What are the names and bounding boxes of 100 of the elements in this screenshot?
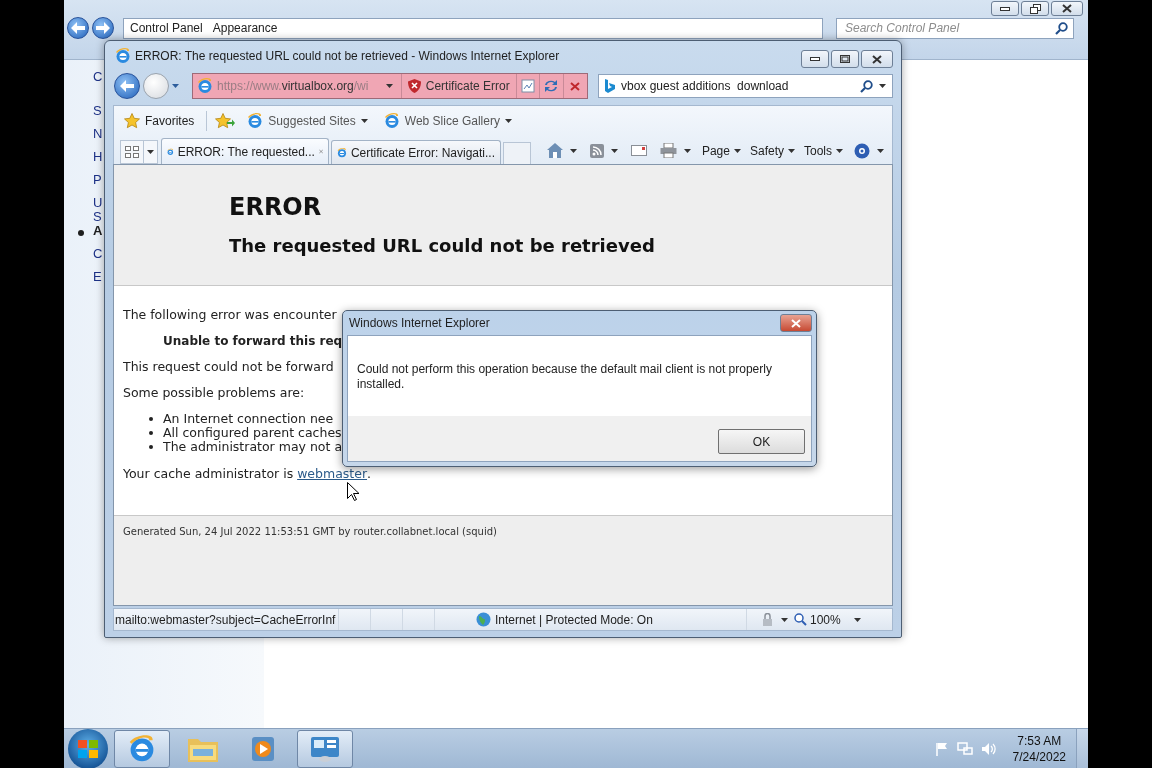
ok-button[interactable]: OK: [718, 429, 805, 454]
globe-icon: [476, 612, 491, 627]
search-field[interactable]: Search Control Panel: [836, 17, 1074, 39]
menu-button[interactable]: Page: [701, 143, 741, 158]
webmaster-link[interactable]: webmaster: [297, 466, 368, 481]
tab-list-button[interactable]: [144, 140, 158, 164]
maximize-button[interactable]: [831, 50, 859, 68]
browser-icon: [197, 78, 213, 94]
close-button[interactable]: [1051, 1, 1083, 16]
window-title: ERROR: The requested URL could not be retrieved - Windows Internet Explorer: [135, 49, 561, 63]
sidebar-link[interactable]: U S: [93, 196, 103, 224]
back-arrow-icon: [71, 22, 85, 34]
favorites-button[interactable]: Favorites: [120, 112, 199, 129]
flag-icon: [934, 741, 949, 756]
media-player-icon: [251, 734, 277, 763]
page-subheading: The requested URL could not be retrieved: [229, 235, 656, 256]
paragraph: Your cache administrator is: [123, 466, 295, 481]
list-bullet: [149, 417, 153, 421]
dialog-message: Could not perform this operation because the default mail client is not properly installed.: [356, 361, 773, 393]
list-item: An Internet connection nee: [163, 412, 334, 426]
caret-icon: [147, 150, 154, 154]
breadcrumb-item[interactable]: Appearance: [212, 21, 278, 35]
sidebar-link[interactable]: N: [93, 127, 103, 141]
sidebar-link[interactable]: S: [93, 104, 103, 118]
sidebar-link[interactable]: A: [93, 224, 103, 238]
taskbar-button[interactable]: [297, 729, 353, 768]
browser-tab[interactable]: Certificate Error: Navigati...: [331, 140, 501, 164]
minimize-icon: [810, 57, 820, 61]
volume-icon: [980, 741, 997, 756]
minimize-button[interactable]: [991, 1, 1019, 16]
back-button[interactable]: [67, 17, 89, 39]
clock[interactable]: 7:53 AM 7/24/2022: [1012, 732, 1066, 765]
close-icon: [570, 81, 581, 91]
close-icon: [1062, 4, 1072, 13]
caret-icon: [879, 84, 886, 88]
caret-icon: [788, 148, 795, 153]
network-icon: [956, 741, 973, 756]
home-icon: [546, 143, 563, 158]
minimize-icon: [1000, 6, 1010, 11]
sidebar-link[interactable]: C: [93, 70, 103, 84]
mouse-pointer-icon: [347, 482, 359, 501]
browser-icon: [247, 112, 264, 129]
control-panel-icon: [309, 734, 341, 763]
windows-logo-icon: [78, 739, 98, 758]
forward-button[interactable]: [92, 17, 114, 39]
mail-icon: [630, 145, 647, 156]
page-icon: [521, 79, 535, 93]
menu-button[interactable]: Tools: [804, 143, 843, 158]
close-button[interactable]: [861, 50, 893, 68]
caret-icon: [877, 148, 884, 153]
shield-icon: [407, 79, 421, 93]
favorites-link[interactable]: Suggested Sites: [243, 112, 372, 129]
restore-button[interactable]: [1021, 1, 1049, 16]
menu-button[interactable]: Safety: [749, 143, 795, 158]
caret-icon: [781, 617, 788, 622]
taskbar-button[interactable]: [114, 729, 170, 768]
add-favorite-icon: [215, 112, 236, 129]
list-item: The administrator may not a: [163, 440, 343, 454]
close-icon: [318, 147, 323, 156]
mail-button[interactable]: [628, 145, 649, 156]
sidebar-link[interactable]: E: [93, 270, 103, 284]
list-bullet: [149, 431, 153, 435]
sidebar-link[interactable]: P: [93, 173, 103, 187]
back-button[interactable]: [114, 73, 140, 99]
address-field[interactable]: Control Panel Appearance: [123, 17, 823, 39]
sidebar-link[interactable]: H: [93, 150, 103, 164]
feeds-button[interactable]: [587, 143, 620, 158]
caret-icon: [360, 118, 368, 123]
dialog-title: Windows Internet Explorer: [349, 316, 490, 330]
refresh-icon: [543, 79, 560, 93]
help-icon: [854, 142, 870, 159]
zoom-button[interactable]: 100%: [790, 612, 865, 627]
browser-icon: [115, 48, 131, 64]
caret-icon: [683, 148, 691, 153]
page-heading: ERROR: [229, 193, 323, 221]
zone-text: Internet | Protected Mode: On: [495, 612, 653, 627]
status-text: mailto:webmaster?subject=CacheErrorInf: [114, 612, 337, 627]
breadcrumb-item[interactable]: Control Panel: [130, 21, 203, 35]
favorites-link[interactable]: Web Slice Gallery: [379, 112, 516, 129]
certificate-error-button[interactable]: Certificate Error: [400, 74, 517, 98]
search-field[interactable]: vbox guest additions download: [598, 74, 893, 98]
star-icon: [124, 112, 140, 129]
browser-tab[interactable]: ERROR: The requested...: [161, 138, 329, 164]
minimize-button[interactable]: [801, 50, 829, 68]
list-bullet: [149, 445, 153, 449]
help-button[interactable]: [852, 142, 886, 159]
close-icon: [791, 318, 801, 328]
sidebar-link[interactable]: C: [93, 247, 103, 261]
error-message: Unable to forward this req: [163, 334, 343, 348]
quick-tabs-button[interactable]: [120, 140, 144, 164]
browser-icon: [383, 112, 400, 129]
search-icon: [860, 79, 873, 93]
address-bar[interactable]: https://www.virtualbox.org/wi Certificate Error: [192, 73, 588, 99]
caret-icon: [569, 148, 577, 153]
start-button[interactable]: [68, 728, 108, 768]
caret-icon: [172, 84, 179, 88]
forward-arrow-icon: [96, 22, 110, 34]
caret-icon: [610, 148, 618, 153]
paragraph: The following error was encounter: [123, 308, 337, 322]
search-provider-icon: [605, 79, 615, 93]
